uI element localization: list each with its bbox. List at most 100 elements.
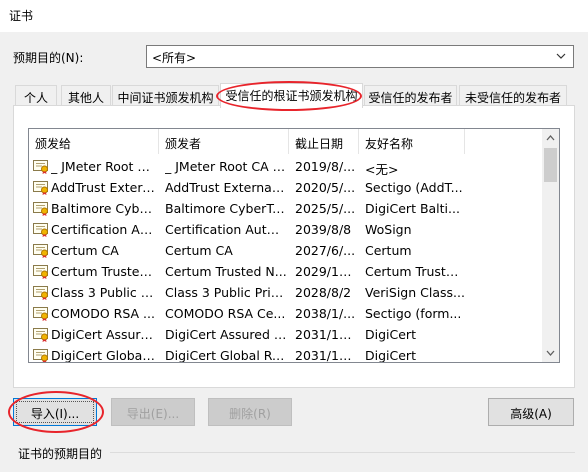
- certificate-icon: [33, 181, 48, 195]
- cell-issued-to: DigiCert Assure...: [51, 327, 157, 342]
- table-row[interactable]: Certum Trusted ... Certum Trusted N... 202…: [29, 261, 543, 282]
- cell-issued-by: _ JMeter Root CA f...: [165, 159, 287, 174]
- column-issued-to[interactable]: 颁发给: [29, 129, 159, 154]
- tab-label: 其他人: [67, 91, 104, 105]
- certificate-icon: [33, 244, 48, 258]
- cell-issued-by: COMODO RSA Ce...: [165, 306, 286, 321]
- tab-other-people[interactable]: 其他人: [61, 85, 111, 106]
- scroll-thumb[interactable]: [544, 148, 557, 182]
- cell-friendly: DigiCert Balti...: [365, 201, 460, 216]
- cell-expiry: 2025/5/...: [295, 201, 356, 216]
- advanced-button[interactable]: 高级(A): [488, 398, 574, 426]
- tab-intermediate-ca[interactable]: 中间证书颁发机构: [112, 85, 219, 106]
- cell-issued-to: Certification Aut...: [51, 222, 157, 237]
- column-label: 截止日期: [295, 137, 344, 151]
- cell-friendly: Sectigo (form...: [365, 306, 462, 321]
- remove-button[interactable]: 删除(R): [208, 398, 292, 426]
- table-row[interactable]: Certum CA Certum CA 2027/6/... Certum: [29, 240, 543, 261]
- cell-expiry: 2019/8/...: [295, 159, 356, 174]
- cell-issued-to: _ JMeter Root C...: [51, 159, 157, 174]
- certificate-icon: [33, 223, 48, 237]
- cell-issued-to: Class 3 Public Pr...: [51, 285, 157, 300]
- tab-strip: 个人 其他人 中间证书颁发机构 受信任的根证书颁发机构 受信任的发布者 未受信任…: [13, 83, 575, 108]
- tab-trusted-publishers[interactable]: 受信任的发布者: [364, 85, 457, 106]
- cell-issued-to: COMODO RSA ...: [51, 306, 155, 321]
- cell-issued-to: Baltimore Cyber...: [51, 201, 157, 216]
- table-row[interactable]: _ JMeter Root C... _ JMeter Root CA f... 2…: [29, 156, 543, 177]
- cell-expiry: 2039/8/8: [295, 222, 352, 237]
- button-label: 高级(A): [510, 407, 552, 421]
- column-label: 颁发给: [35, 137, 72, 151]
- export-button[interactable]: 导出(E)...: [111, 398, 195, 426]
- tab-label: 未受信任的发布者: [464, 91, 561, 105]
- cell-issued-by: DigiCert Assured I...: [165, 327, 287, 342]
- cell-friendly: <无>: [365, 162, 399, 177]
- cell-friendly: Sectigo (AddT...: [365, 180, 463, 195]
- column-label: 友好名称: [365, 137, 414, 151]
- cell-issued-by: DigiCert Global Ro...: [165, 348, 287, 363]
- certificate-icon: [33, 349, 48, 362]
- table-row[interactable]: DigiCert Global ... DigiCert Global Ro...…: [29, 345, 543, 363]
- tab-label: 受信任的根证书颁发机构: [225, 89, 358, 103]
- scroll-up-arrow-icon[interactable]: [546, 134, 555, 143]
- cell-issued-by: Certum CA: [165, 243, 233, 258]
- column-friendly-name[interactable]: 友好名称: [359, 129, 465, 154]
- certificate-icon: [33, 307, 48, 321]
- cell-issued-by: Baltimore CyberTr...: [165, 201, 287, 216]
- cell-issued-to: Certum CA: [51, 243, 119, 258]
- cell-expiry: 2031/11...: [295, 327, 357, 342]
- table-row[interactable]: Certification Aut... Certification Autho.…: [29, 219, 543, 240]
- tab-label: 中间证书颁发机构: [117, 91, 214, 105]
- purpose-selected-value: <所有>: [152, 51, 197, 65]
- cell-friendly: DigiCert: [365, 327, 416, 342]
- group-label-intended-purposes: 证书的预期目的: [18, 447, 103, 461]
- cell-friendly: DigiCert: [365, 348, 416, 363]
- group-divider: [110, 452, 575, 453]
- table-row[interactable]: Baltimore Cyber... Baltimore CyberTr... 20…: [29, 198, 543, 219]
- column-issued-by[interactable]: 颁发者: [159, 129, 289, 154]
- cell-issued-to: AddTrust Extern...: [51, 180, 157, 195]
- cell-friendly: Certum: [365, 243, 412, 258]
- column-label: 颁发者: [165, 137, 202, 151]
- certificate-icon: [33, 286, 48, 300]
- cell-issued-by: AddTrust External ...: [165, 180, 287, 195]
- certificate-icon: [33, 202, 48, 216]
- cell-issued-by: Class 3 Public Prim...: [165, 285, 287, 300]
- cell-issued-to: Certum Trusted ...: [51, 264, 157, 279]
- cell-expiry: 2038/1/...: [295, 306, 356, 321]
- scroll-down-arrow-icon[interactable]: [546, 348, 555, 357]
- table-row[interactable]: AddTrust Extern... AddTrust External ... 2…: [29, 177, 543, 198]
- import-button[interactable]: 导入(I)...: [13, 398, 97, 426]
- cell-expiry: 2031/11...: [295, 348, 357, 363]
- cell-friendly: VeriSign Class...: [365, 285, 465, 300]
- cell-expiry: 2029/12...: [295, 264, 357, 279]
- cell-friendly: WoSign: [365, 222, 412, 237]
- table-row[interactable]: Class 3 Public Pr... Class 3 Public Prim.…: [29, 282, 543, 303]
- tab-trusted-root-ca[interactable]: 受信任的根证书颁发机构: [220, 83, 363, 108]
- cell-expiry: 2020/5/...: [295, 180, 356, 195]
- cell-expiry: 2027/6/...: [295, 243, 356, 258]
- vertical-scrollbar[interactable]: [542, 129, 559, 362]
- tab-personal[interactable]: 个人: [15, 85, 57, 106]
- tab-label: 受信任的发布者: [368, 91, 453, 105]
- table-row[interactable]: DigiCert Assure... DigiCert Assured I... 2…: [29, 324, 543, 345]
- cell-issued-by: Certification Autho...: [165, 222, 287, 237]
- title-bar: 证书: [0, 0, 588, 32]
- button-label: 删除(R): [229, 407, 271, 421]
- certificate-icon: [33, 265, 48, 279]
- tab-label: 个人: [23, 91, 48, 105]
- cell-friendly: Certum Truste...: [365, 264, 465, 279]
- cell-issued-to: DigiCert Global ...: [51, 348, 157, 363]
- button-label: 导入(I)...: [30, 407, 80, 421]
- list-header: 颁发给 颁发者 截止日期 友好名称: [29, 129, 543, 154]
- chevron-down-icon: [556, 53, 566, 59]
- cell-expiry: 2028/8/2: [295, 285, 352, 300]
- certificate-list[interactable]: 颁发给 颁发者 截止日期 友好名称 _ JMeter Root C... _ JM…: [28, 128, 560, 363]
- purpose-label: 预期目的(N):: [13, 51, 84, 65]
- table-row[interactable]: COMODO RSA ... COMODO RSA Ce... 2038/1/...…: [29, 303, 543, 324]
- tab-untrusted-publishers[interactable]: 未受信任的发布者: [459, 85, 567, 106]
- column-expiry[interactable]: 截止日期: [289, 129, 359, 154]
- certificate-icon: [33, 328, 48, 342]
- window-title: 证书: [9, 9, 34, 23]
- purpose-select[interactable]: <所有>: [146, 45, 574, 68]
